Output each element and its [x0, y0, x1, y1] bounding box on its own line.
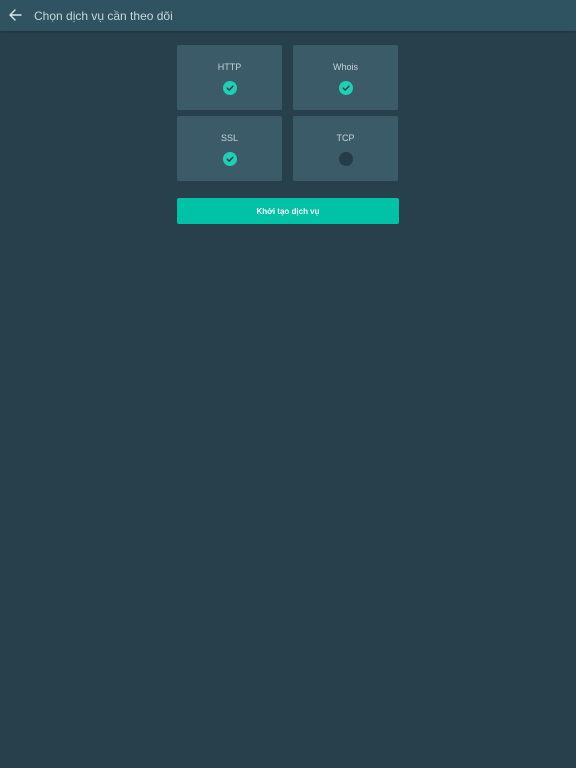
- service-card-whois[interactable]: Whois: [293, 45, 398, 110]
- service-label-http: HTTP: [217, 62, 242, 72]
- check-circle-icon: [338, 81, 353, 95]
- check-circle-icon: [222, 152, 237, 166]
- service-card-http[interactable]: HTTP: [177, 45, 282, 110]
- page-title: Chọn dịch vụ cần theo dõi: [34, 9, 173, 23]
- arrow-left-icon: [9, 9, 22, 21]
- empty-circle-icon: [338, 152, 353, 166]
- top-app-bar: Chọn dịch vụ cần theo dõi: [0, 0, 576, 31]
- create-service-button[interactable]: Khởi tạo dịch vụ: [177, 198, 399, 224]
- service-card-ssl[interactable]: SSL: [177, 116, 282, 181]
- service-label-tcp: TCP: [336, 133, 355, 143]
- check-circle-icon: [222, 81, 237, 95]
- service-card-tcp[interactable]: TCP: [293, 116, 398, 181]
- create-service-label: Khởi tạo dịch vụ: [256, 206, 320, 216]
- service-label-whois: Whois: [332, 62, 358, 72]
- back-button[interactable]: [4, 4, 26, 26]
- service-label-ssl: SSL: [220, 133, 238, 143]
